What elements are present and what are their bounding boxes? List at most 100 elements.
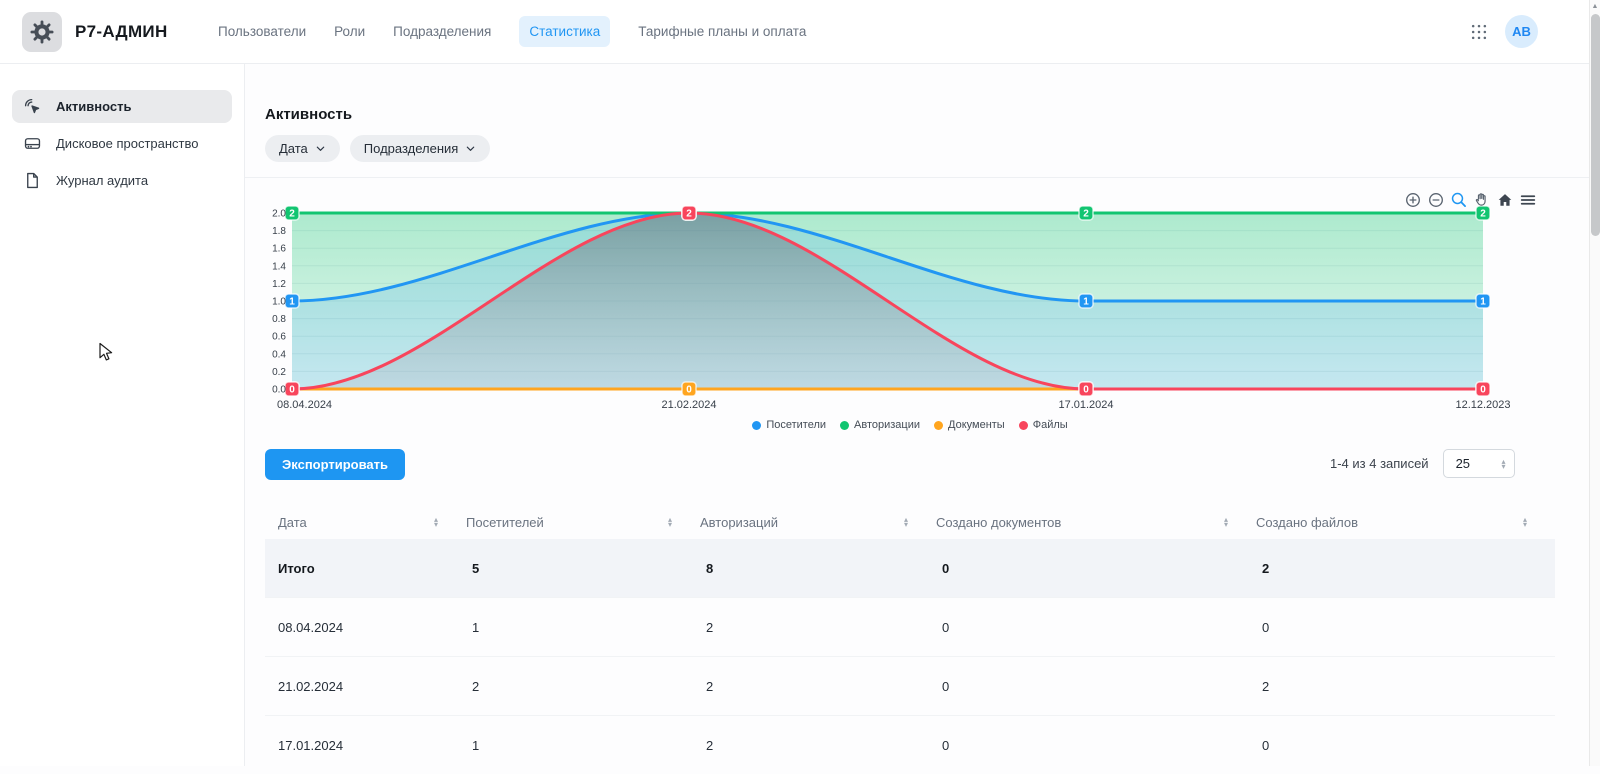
svg-text:1.2: 1.2 bbox=[272, 279, 286, 290]
row-value-cell: 0 bbox=[936, 561, 1256, 576]
header-right: АВ bbox=[1469, 15, 1600, 48]
legend-item[interactable]: Файлы bbox=[1019, 419, 1068, 431]
activity-click-icon bbox=[23, 97, 42, 116]
filters: Дата Подразделения bbox=[265, 135, 490, 162]
column-header-5[interactable]: Создано файлов▴▾ bbox=[1256, 515, 1555, 530]
column-label: Дата bbox=[278, 515, 307, 530]
legend-label: Файлы bbox=[1033, 419, 1068, 431]
page-size-select[interactable]: 25 ▴▾ bbox=[1443, 449, 1515, 478]
sort-arrows-icon: ▴▾ bbox=[668, 517, 672, 527]
gear-icon bbox=[22, 12, 62, 52]
page-size-value: 25 bbox=[1456, 456, 1470, 471]
legend-label: Посетители bbox=[766, 419, 826, 431]
legend-item[interactable]: Документы bbox=[934, 419, 1005, 431]
zoom-out-icon[interactable] bbox=[1427, 191, 1445, 209]
svg-text:0: 0 bbox=[1083, 385, 1089, 396]
chart-legend: Посетители Авторизации Документы Файлы bbox=[265, 419, 1555, 431]
scroll-up-icon[interactable]: ▲ bbox=[1590, 0, 1600, 12]
nav-item-2[interactable]: Роли bbox=[334, 24, 365, 39]
legend-dot bbox=[934, 421, 943, 430]
activity-table: Дата▴▾Посетителей▴▾Авторизаций▴▾Создано … bbox=[265, 505, 1555, 774]
activity-chart[interactable]: 12112222000002000.00.20.40.60.81.01.21.4… bbox=[265, 190, 1555, 419]
row-value-cell: 8 bbox=[700, 561, 936, 576]
avatar[interactable]: АВ bbox=[1505, 15, 1538, 48]
row-value-cell: 0 bbox=[936, 738, 1256, 753]
table-header-row: Дата▴▾Посетителей▴▾Авторизаций▴▾Создано … bbox=[265, 505, 1555, 539]
row-value-cell: 0 bbox=[1256, 738, 1555, 753]
chart-toolbar bbox=[1404, 191, 1537, 209]
row-date-cell: Итого bbox=[278, 561, 466, 576]
sidebar-item-3[interactable]: Журнал аудита bbox=[12, 164, 232, 197]
nav-item-3[interactable]: Подразделения bbox=[393, 24, 491, 39]
svg-text:0.6: 0.6 bbox=[272, 332, 286, 343]
legend-label: Документы bbox=[948, 419, 1005, 431]
column-header-2[interactable]: Посетителей▴▾ bbox=[466, 515, 700, 530]
filter-label: Дата bbox=[279, 141, 308, 156]
nav-item-4[interactable]: Статистика bbox=[519, 16, 610, 47]
row-value-cell: 0 bbox=[936, 679, 1256, 694]
sidebar: Активность Дисковое пространство Журнал ау… bbox=[0, 64, 245, 766]
row-value-cell: 1 bbox=[466, 738, 700, 753]
scrollbar-thumb[interactable] bbox=[1591, 14, 1600, 236]
legend-item[interactable]: Посетители bbox=[752, 419, 826, 431]
sidebar-item-2[interactable]: Дисковое пространство bbox=[12, 127, 232, 160]
row-value-cell: 2 bbox=[1256, 561, 1555, 576]
row-date-cell: 08.04.2024 bbox=[278, 620, 466, 635]
sidebar-item-label: Активность bbox=[56, 99, 131, 114]
legend-dot bbox=[752, 421, 761, 430]
sidebar-item-label: Журнал аудита bbox=[56, 173, 148, 188]
nav-item-1[interactable]: Пользователи bbox=[218, 24, 306, 39]
scrollbar[interactable]: ▲ bbox=[1589, 0, 1600, 766]
filter-pill-2[interactable]: Подразделения bbox=[350, 135, 491, 162]
zoom-in-icon[interactable] bbox=[1404, 191, 1422, 209]
export-button[interactable]: Экспортировать bbox=[265, 449, 405, 480]
filter-pill-1[interactable]: Дата bbox=[265, 135, 340, 162]
pan-icon[interactable] bbox=[1473, 191, 1491, 209]
svg-text:17.01.2024: 17.01.2024 bbox=[1058, 399, 1113, 411]
spinner-arrows-icon: ▴▾ bbox=[1502, 459, 1506, 469]
svg-text:1: 1 bbox=[1083, 297, 1089, 308]
top-header: Р7-АДМИН Пользователи Роли Подразделения Ст… bbox=[0, 0, 1600, 64]
sort-arrows-icon: ▴▾ bbox=[1224, 517, 1228, 527]
legend-label: Авторизации bbox=[854, 419, 920, 431]
column-header-1[interactable]: Дата▴▾ bbox=[278, 515, 466, 530]
reset-icon[interactable] bbox=[1496, 191, 1514, 209]
table-total-row: Итого5802 bbox=[265, 539, 1555, 597]
box-zoom-icon[interactable] bbox=[1450, 191, 1468, 209]
column-header-4[interactable]: Создано документов ▴▾ bbox=[936, 515, 1256, 530]
row-value-cell: 2 bbox=[700, 679, 936, 694]
page-title: Активность bbox=[265, 106, 352, 123]
svg-text:1.0: 1.0 bbox=[272, 297, 286, 308]
svg-text:1: 1 bbox=[1480, 297, 1486, 308]
svg-text:1.4: 1.4 bbox=[272, 261, 286, 272]
menu-icon[interactable] bbox=[1519, 191, 1537, 209]
svg-text:0: 0 bbox=[289, 385, 295, 396]
chevron-down-icon bbox=[465, 143, 476, 154]
nav-item-5[interactable]: Тарифные планы и оплата bbox=[638, 24, 806, 39]
table-row: 08.04.20241200 bbox=[265, 597, 1555, 656]
row-value-cell: 2 bbox=[466, 679, 700, 694]
apps-grid-icon[interactable] bbox=[1469, 22, 1489, 42]
svg-text:0.2: 0.2 bbox=[272, 367, 286, 378]
svg-text:2.0: 2.0 bbox=[272, 209, 286, 220]
column-label: Создано документов bbox=[936, 515, 1061, 530]
chevron-down-icon bbox=[315, 143, 326, 154]
legend-item[interactable]: Авторизации bbox=[840, 419, 920, 431]
svg-text:1.8: 1.8 bbox=[272, 226, 286, 237]
svg-text:12.12.2023: 12.12.2023 bbox=[1455, 399, 1510, 411]
records-area: 1-4 из 4 записей 25 ▴▾ bbox=[1330, 449, 1515, 478]
section-divider bbox=[245, 177, 1600, 178]
svg-text:2: 2 bbox=[686, 209, 692, 220]
column-header-3[interactable]: Авторизаций▴▾ bbox=[700, 515, 936, 530]
sidebar-item-label: Дисковое пространство bbox=[56, 136, 199, 151]
svg-text:1.6: 1.6 bbox=[272, 244, 286, 255]
sidebar-item-1[interactable]: Активность bbox=[12, 90, 232, 123]
brand[interactable]: Р7-АДМИН bbox=[0, 12, 208, 52]
legend-dot bbox=[840, 421, 849, 430]
top-nav: Пользователи Роли Подразделения Статистика Т… bbox=[218, 16, 806, 47]
row-value-cell: 0 bbox=[1256, 620, 1555, 635]
table-row: 17.01.20241200 bbox=[265, 715, 1555, 774]
row-value-cell: 5 bbox=[466, 561, 700, 576]
row-value-cell: 0 bbox=[936, 620, 1256, 635]
filter-label: Подразделения bbox=[364, 141, 459, 156]
